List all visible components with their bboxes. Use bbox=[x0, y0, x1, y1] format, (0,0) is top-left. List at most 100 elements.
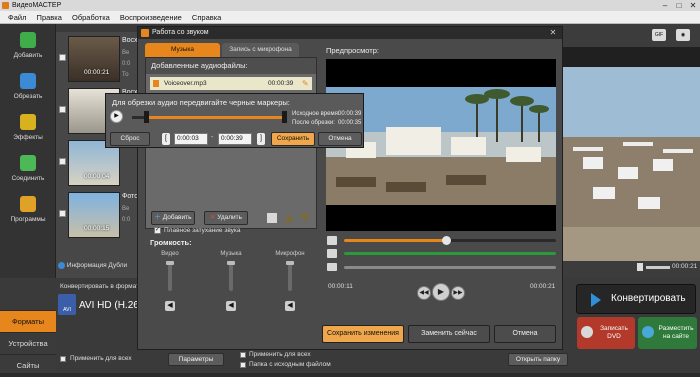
move-down-icon[interactable] bbox=[300, 214, 310, 222]
audio-file-row[interactable]: Voiceover.mp3 00:00:39 ✎ bbox=[150, 77, 312, 90]
video-progress bbox=[344, 239, 444, 242]
set-end-icon[interactable]: ] bbox=[257, 133, 265, 145]
maximize-icon[interactable]: □ bbox=[672, 0, 686, 11]
fade-checkbox[interactable]: ✓ bbox=[154, 227, 161, 234]
camera-icon[interactable]: ◉ bbox=[676, 29, 690, 41]
params-button[interactable]: Параметры bbox=[168, 353, 224, 366]
apply-all2-checkbox[interactable] bbox=[240, 352, 246, 358]
move-up-icon[interactable] bbox=[284, 214, 294, 222]
file-checkbox[interactable] bbox=[59, 158, 66, 165]
tab-formats[interactable]: Форматы bbox=[0, 310, 56, 332]
trim-title: Для обрезки аудио передвигайте черные ма… bbox=[112, 98, 290, 107]
trim-play-button[interactable]: ▶ bbox=[110, 110, 123, 123]
burn-dvd-button[interactable]: Записать DVD bbox=[577, 317, 635, 349]
dup-tab[interactable]: Дубли bbox=[108, 262, 127, 269]
menu-playback[interactable]: Воспроизведение bbox=[120, 13, 182, 22]
reset-button[interactable]: Сброс bbox=[110, 132, 150, 146]
set-start-icon[interactable]: [ bbox=[162, 133, 170, 145]
speaker-icon[interactable]: ◀ bbox=[226, 301, 236, 311]
replace-now-button[interactable]: Заменить сейчас bbox=[408, 325, 490, 343]
add-label: Добавить bbox=[13, 52, 43, 59]
tab-microphone[interactable]: Запись с микрофона bbox=[222, 43, 299, 57]
trim-end-marker[interactable] bbox=[282, 111, 287, 123]
speaker-icon[interactable]: ◀ bbox=[165, 301, 175, 311]
apply-all-label: Применить для всех bbox=[70, 355, 132, 362]
file-duration: 00:00:04 bbox=[84, 173, 110, 180]
menu-help[interactable]: Справка bbox=[192, 13, 221, 22]
open-folder-label: Открыть папку bbox=[515, 356, 561, 363]
publish-button[interactable]: Разместить на сайте bbox=[638, 317, 697, 349]
menu-file[interactable]: Файл bbox=[8, 13, 26, 22]
title-bar: ВидеоМАСТЕР – □ ✕ bbox=[0, 0, 700, 11]
mic-volume-slider[interactable] bbox=[286, 261, 294, 291]
apply-all2-label: Применить для всех bbox=[249, 351, 311, 358]
tab-sites[interactable]: Сайты bbox=[0, 354, 56, 373]
list-item[interactable]: 00:00:15 Фото Ве 0:0 bbox=[56, 190, 140, 242]
cut-button[interactable]: Обрезать bbox=[4, 71, 52, 107]
trim-start-marker[interactable] bbox=[144, 111, 149, 123]
play-button[interactable]: ▶ bbox=[432, 283, 450, 301]
trim-icon[interactable] bbox=[267, 213, 277, 223]
add-audio-label: Добавить bbox=[162, 214, 192, 221]
sound-dialog: Работа со звуком ✕ Музыка Запись с микро… bbox=[137, 26, 563, 350]
trim-cancel-button[interactable]: Отмена bbox=[318, 132, 362, 146]
effects-label: Эффекты bbox=[13, 134, 43, 141]
slider-knob[interactable] bbox=[286, 261, 294, 265]
mic-track[interactable] bbox=[344, 266, 556, 269]
music-volume-slider[interactable] bbox=[227, 261, 235, 291]
open-folder-button[interactable]: Открыть папку bbox=[508, 353, 568, 366]
trim-start-input[interactable]: 0:00:03 bbox=[174, 133, 208, 145]
menu-process[interactable]: Обработка bbox=[72, 13, 110, 22]
format-name[interactable]: AVI HD (H.264 bbox=[79, 300, 144, 311]
music-note-icon bbox=[153, 80, 159, 87]
add-button[interactable]: Добавить bbox=[4, 30, 52, 66]
replace-now-label: Заменить сейчас bbox=[421, 330, 477, 337]
forward-button[interactable]: ▶▶ bbox=[451, 286, 465, 300]
add-audio-button[interactable]: ＋ Добавить bbox=[151, 211, 195, 225]
save-changes-button[interactable]: Сохранить изменения bbox=[322, 325, 404, 343]
folder-src-checkbox[interactable] bbox=[240, 362, 246, 368]
file-checkbox[interactable] bbox=[59, 106, 66, 113]
effects-button[interactable]: Эффекты bbox=[4, 112, 52, 148]
trim-end-input[interactable]: 0:00:39 bbox=[218, 133, 252, 145]
right-time: 00:00:21 bbox=[672, 263, 698, 270]
tab-music[interactable]: Музыка bbox=[145, 43, 220, 57]
menu-edit[interactable]: Правка bbox=[37, 13, 62, 22]
programs-button[interactable]: Программы bbox=[4, 194, 52, 230]
file-checkbox[interactable] bbox=[59, 54, 66, 61]
tab-devices[interactable]: Устройства bbox=[0, 332, 56, 354]
merge-button[interactable]: Соединить bbox=[4, 153, 52, 189]
video-progress-handle[interactable] bbox=[442, 236, 451, 245]
volume-music-label: Музыка bbox=[220, 251, 242, 257]
rewind-button[interactable]: ◀◀ bbox=[417, 286, 431, 300]
minimize-icon[interactable]: – bbox=[658, 0, 672, 11]
volume-slider[interactable] bbox=[646, 266, 670, 269]
close-icon[interactable]: ✕ bbox=[686, 0, 700, 11]
slider-knob[interactable] bbox=[227, 261, 235, 265]
speaker-icon[interactable]: ◀ bbox=[285, 301, 295, 311]
info-tab[interactable]: Информация bbox=[67, 262, 107, 269]
speaker-icon[interactable] bbox=[637, 263, 643, 271]
gif-button[interactable]: GIF bbox=[652, 29, 666, 41]
file-list: 00:00:21 Восход Ве 0:0 То Восход Ве 0:0 … bbox=[56, 32, 145, 278]
convert-button[interactable]: Конвертировать bbox=[576, 284, 696, 314]
cut-icon bbox=[20, 73, 36, 89]
edit-icon[interactable]: ✎ bbox=[302, 79, 310, 88]
trim-save-button[interactable]: Сохранить bbox=[271, 132, 315, 146]
volume-video-label: Видео bbox=[161, 251, 179, 257]
programs-label: Программы bbox=[10, 216, 46, 223]
list-item[interactable]: 00:00:21 Восход Ве 0:0 То bbox=[56, 34, 145, 86]
cut-label: Обрезать bbox=[13, 93, 43, 100]
delete-audio-button[interactable]: ✕ Удалить bbox=[204, 211, 248, 225]
info-icon bbox=[58, 262, 65, 269]
info-bar: Информация Дубли bbox=[58, 262, 138, 274]
close-icon[interactable]: ✕ bbox=[548, 28, 558, 38]
video-volume-slider[interactable] bbox=[166, 261, 174, 291]
file-checkbox[interactable] bbox=[59, 210, 66, 217]
music-track[interactable] bbox=[344, 252, 556, 255]
slider-knob[interactable] bbox=[166, 261, 174, 265]
apply-all-checkbox[interactable] bbox=[60, 356, 66, 362]
delete-audio-label: Удалить bbox=[217, 214, 243, 221]
cancel-button[interactable]: Отмена bbox=[494, 325, 556, 343]
fade-row[interactable]: ✓ Плавное затухание звука bbox=[154, 227, 241, 234]
